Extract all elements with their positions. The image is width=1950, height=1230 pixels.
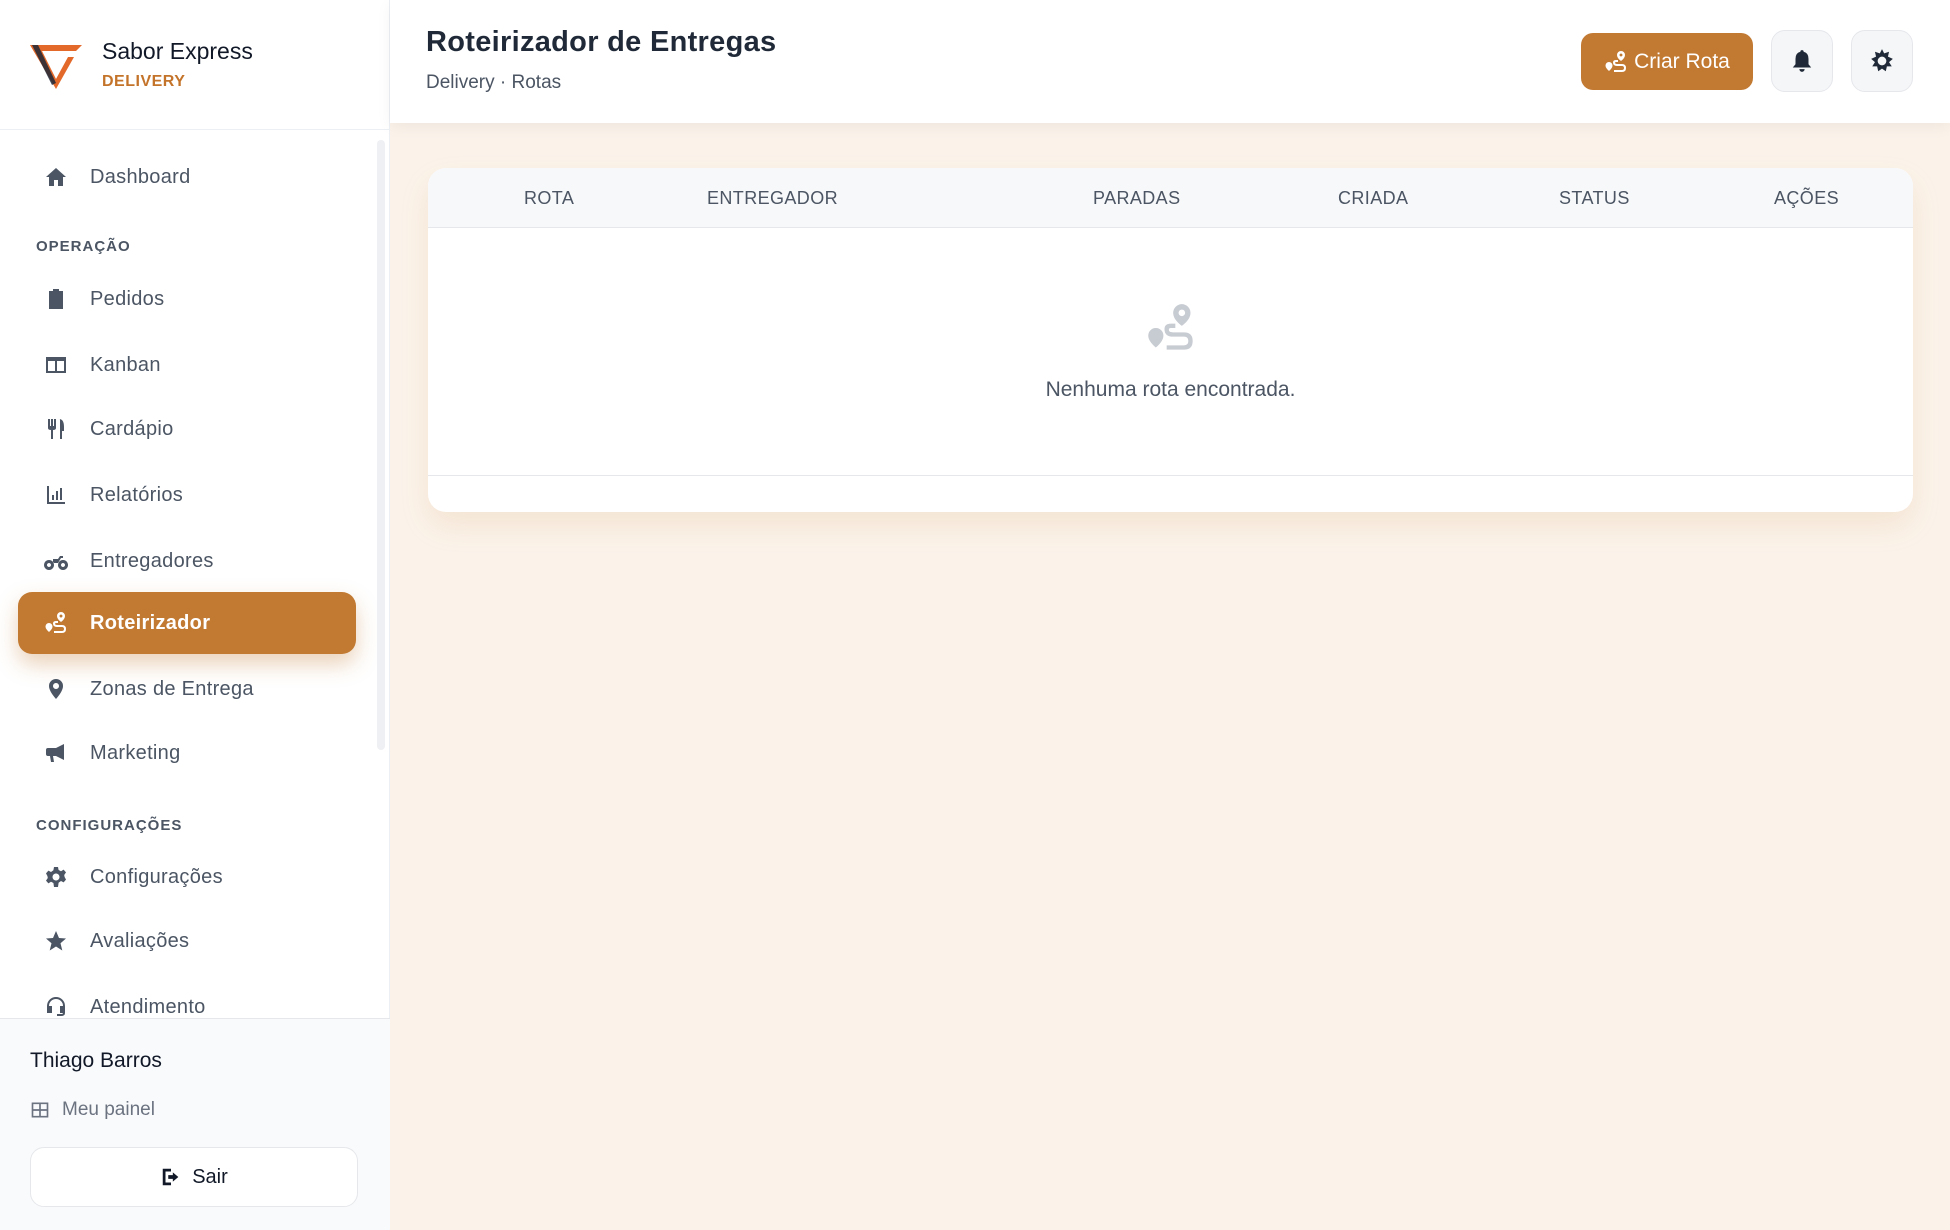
sidebar-item-label: Dashboard: [90, 165, 191, 188]
sidebar-item-configuracoes[interactable]: Configurações: [18, 846, 356, 908]
sidebar-item-label: Zonas de Entrega: [90, 677, 254, 700]
utensils-icon: [44, 417, 68, 441]
section-configuracoes: CONFIGURAÇÕES: [36, 817, 183, 834]
gear-icon: [44, 865, 68, 889]
sidebar-item-pedidos[interactable]: Pedidos: [18, 268, 356, 330]
brand: Sabor Express DELIVERY: [0, 0, 389, 130]
sidebar-item-entregadores[interactable]: Entregadores: [18, 530, 356, 592]
sidebar-item-label: Marketing: [90, 741, 181, 764]
brand-subtitle: DELIVERY: [102, 73, 186, 90]
sidebar: Sabor Express DELIVERY Dashboard OPERAÇÃ…: [0, 0, 390, 1230]
routes-table: ROTA ENTREGADOR PARADAS CRIADA STATUS AÇ…: [428, 168, 1913, 512]
column-header-acoes: AÇÕES: [1774, 188, 1840, 208]
sidebar-nav: Dashboard OPERAÇÃO Pedidos Kanban Cardáp…: [0, 130, 390, 1018]
route-icon: [1145, 302, 1197, 354]
column-header-status: STATUS: [1559, 188, 1630, 208]
theme-toggle-button[interactable]: [1851, 30, 1913, 92]
column-header-criada: CRIADA: [1338, 188, 1409, 208]
sidebar-item-label: Relatórios: [90, 483, 184, 506]
notifications-button[interactable]: [1771, 30, 1833, 92]
sidebar-item-label: Avaliações: [90, 929, 190, 952]
sidebar-item-relatorios[interactable]: Relatórios: [18, 464, 356, 526]
megaphone-icon: [44, 741, 68, 765]
sidebar-item-label: Cardápio: [90, 417, 174, 440]
column-header-entregador: ENTREGADOR: [707, 188, 839, 208]
user-name: Thiago Barros: [30, 1049, 162, 1072]
create-route-label: Criar Rota: [1634, 49, 1730, 73]
sidebar-item-label: Atendimento: [90, 995, 206, 1018]
route-icon: [44, 611, 68, 635]
sidebar-item-marketing[interactable]: Marketing: [18, 722, 356, 784]
sun-icon: [1871, 49, 1893, 72]
star-icon: [44, 929, 68, 953]
sidebar-item-kanban[interactable]: Kanban: [18, 334, 356, 396]
clipboard-icon: [44, 287, 68, 311]
map-pin-icon: [44, 677, 68, 701]
sidebar-item-label: Roteirizador: [90, 611, 211, 634]
motorcycle-icon: [44, 549, 68, 573]
brand-name: Sabor Express: [102, 38, 253, 64]
route-icon: [1605, 50, 1627, 72]
columns-icon: [44, 353, 68, 377]
column-header-rota: ROTA: [524, 188, 575, 208]
my-panel-label: Meu painel: [62, 1099, 155, 1120]
logout-button[interactable]: Sair: [30, 1147, 358, 1207]
column-header-paradas: PARADAS: [1093, 188, 1181, 208]
sign-out-icon: [162, 1168, 179, 1186]
sidebar-item-label: Pedidos: [90, 287, 165, 310]
sidebar-item-label: Kanban: [90, 353, 161, 376]
sidebar-item-zonas[interactable]: Zonas de Entrega: [18, 658, 356, 720]
sidebar-item-atendimento[interactable]: Atendimento: [18, 976, 356, 1018]
section-operacao: OPERAÇÃO: [36, 238, 131, 255]
my-panel-link[interactable]: Meu painel: [30, 1099, 155, 1121]
table-header: ROTA ENTREGADOR PARADAS CRIADA STATUS AÇ…: [428, 168, 1913, 228]
home-icon: [44, 165, 68, 189]
logout-label: Sair: [192, 1165, 228, 1188]
bell-icon: [1792, 50, 1812, 72]
page-title: Roteirizador de Entregas: [426, 26, 777, 58]
sidebar-scrollbar[interactable]: [377, 140, 385, 750]
breadcrumb: Delivery · Rotas: [426, 72, 562, 93]
user-footer: Thiago Barros Meu painel Sair: [0, 1018, 390, 1230]
sidebar-item-dashboard[interactable]: Dashboard: [18, 146, 356, 208]
sidebar-item-label: Configurações: [90, 865, 223, 888]
page-header: Roteirizador de Entregas Delivery · Rota…: [390, 0, 1950, 123]
headset-icon: [44, 995, 68, 1018]
sidebar-item-label: Entregadores: [90, 549, 214, 572]
create-route-button[interactable]: Criar Rota: [1581, 33, 1753, 90]
chart-icon: [44, 483, 68, 507]
brand-logo: [30, 44, 82, 89]
empty-state-message: Nenhuma rota encontrada.: [1045, 378, 1296, 401]
table-footer-divider: [428, 475, 1913, 476]
grid-icon: [31, 1102, 49, 1118]
sidebar-item-cardapio[interactable]: Cardápio: [18, 398, 356, 460]
sidebar-item-avaliacoes[interactable]: Avaliações: [18, 910, 356, 972]
sidebar-item-roteirizador[interactable]: Roteirizador: [18, 592, 356, 654]
